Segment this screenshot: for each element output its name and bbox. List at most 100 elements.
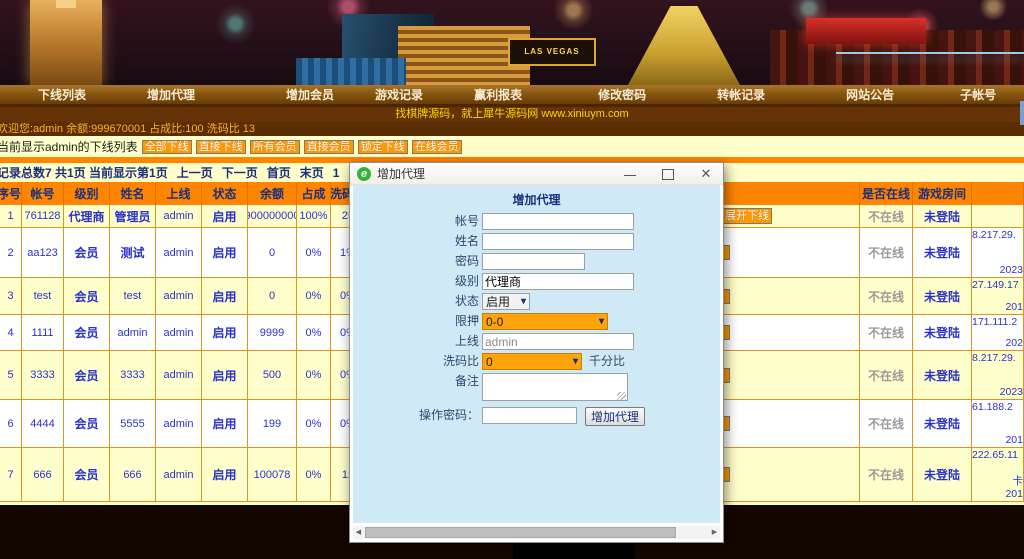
nav-item-3[interactable]: 增加会员 [278,86,342,103]
chevron-down-icon: ▾ [599,316,604,327]
scroll-thumb[interactable] [365,527,676,538]
row-op-button-2[interactable]: 展开下线 [722,208,772,224]
pagination-link-5[interactable]: 1 [333,166,340,180]
field-input-1[interactable] [482,213,634,230]
field-input-3[interactable] [482,253,585,270]
welcome-bar: 欢迎您:admin 余额:999670001 占成比:100 洗码比 13 [0,122,1024,136]
filter-button-4[interactable]: 直接会员 [304,140,354,154]
cell-upline: admin [156,205,202,227]
cell-last-login: 27.149.17 201 [972,278,1024,314]
dialog-field-row: 姓名 [353,233,720,250]
cell-online-status: 不在线 [860,278,913,314]
field-select-6[interactable]: 0-0▾ [482,313,608,330]
field-label-6: 限押 [353,313,482,330]
banner-neon-sign [806,18,926,44]
close-icon[interactable]: ✕ [699,167,713,181]
field-input-2[interactable] [482,233,634,250]
cell-no: 2 [0,228,22,277]
filter-button-5[interactable]: 锁定下线 [358,140,408,154]
field-select-8[interactable]: 0▾ [482,353,582,370]
cell-account: 761128 [22,205,64,227]
cell-level: 会员 [64,351,110,399]
last-login-ip: 27.149.17 [972,279,1023,291]
filter-button-1[interactable]: 全部下线 [142,140,192,154]
pagination-link-4[interactable]: 末页 [300,166,324,180]
field-input-10[interactable] [482,407,577,424]
cell-name: test [110,278,156,314]
dialog-field-row: 备注 [353,373,720,404]
cell-no: 6 [0,400,22,447]
field-label-2: 姓名 [353,233,482,250]
column-header-姓名: 姓名 [110,182,156,205]
scroll-left-icon[interactable]: ◀ [353,526,364,539]
pagination-link-3[interactable]: 首页 [267,166,291,180]
cell-balance: 0 [248,278,297,314]
field-label-8: 洗码比 [353,353,482,370]
column-header-余额: 余额 [248,182,297,205]
resize-handle-icon [617,392,626,401]
last-login-date: 2023 [972,386,1023,398]
scroll-right-icon[interactable]: ▶ [709,526,720,539]
field-input-7[interactable] [482,333,634,350]
right-scrollbar-fragment[interactable] [1020,101,1024,125]
dialog-field-row: 限押0-0▾ [353,313,720,330]
nav-item-4[interactable]: 游戏记录 [367,86,431,103]
cell-account: 1111 [22,315,64,350]
cell-level: 代理商 [64,205,110,227]
page: LAS VEGAS 下线列表增加代理增加会员游戏记录赢利报表修改密码转帐记录网站… [0,0,1024,559]
minimize-icon[interactable] [623,167,637,181]
nav-item-6[interactable]: 修改密码 [590,86,654,103]
nav-item-1[interactable]: 下线列表 [30,86,94,103]
nav-item-8[interactable]: 网站公告 [838,86,902,103]
cell-game-room: 未登陆 [913,278,972,314]
nav-item-5[interactable]: 赢利报表 [466,86,530,103]
cell-no: 4 [0,315,22,350]
bottom-black-box [513,543,635,559]
cell-game-room: 未登陆 [913,448,972,501]
cell-name: 测试 [110,228,156,277]
last-login-ip: 8.217.29. [972,352,1023,364]
last-login-fragment: 卡 [972,473,1023,488]
select-value: 0 [486,355,493,369]
nav-item-7[interactable]: 转帐记录 [709,86,773,103]
column-header-序号: 序号 [0,182,22,205]
last-login-ip: 61.188.2 [972,401,1023,413]
last-login-date: 201 [972,301,1023,313]
cell-balance: 500 [248,351,297,399]
field-input-4[interactable] [482,273,634,290]
column-header-状态: 状态 [202,182,248,205]
pagination-link-2[interactable]: 下一页 [222,166,258,180]
field-select-5[interactable]: 启用▾ [482,293,530,310]
dialog-field-row: 洗码比0▾千分比 [353,353,720,370]
dialog-heading: 增加代理 [353,191,720,208]
filter-button-2[interactable]: 直接下线 [196,140,246,154]
cell-balance: 9999 [248,315,297,350]
filter-button-6[interactable]: 在线会员 [412,140,462,154]
cell-online-status: 不在线 [860,205,913,227]
pagination-link-1[interactable]: 上一页 [177,166,213,180]
cell-last-login: 8.217.29. 2023 [972,351,1024,399]
cell-balance: 199 [248,400,297,447]
cell-last-login: 61.188.2201 [972,400,1024,447]
cell-game-room: 未登陆 [913,351,972,399]
cell-account: test [22,278,64,314]
remark-textarea[interactable] [482,373,628,401]
nav-item-2[interactable]: 增加代理 [139,86,203,103]
scroll-track[interactable] [364,526,709,539]
cell-balance: 0 [248,228,297,277]
dialog-form: 帐号姓名密码级别状态启用▾限押0-0▾上线洗码比0▾千分比备注操作密码：增加代理 [353,213,720,426]
cell-upline: admin [156,448,202,501]
cell-no: 1 [0,205,22,227]
maximize-icon[interactable] [661,167,675,181]
banner-blue-building [296,58,406,85]
dialog-body: 增加代理 帐号姓名密码级别状态启用▾限押0-0▾上线洗码比0▾千分比备注操作密码… [353,185,720,523]
cell-last-login: 171.111.2202 [972,315,1024,350]
cell-name: admin [110,315,156,350]
cell-status: 启用 [202,400,248,447]
filter-button-3[interactable]: 所有会员 [250,140,300,154]
field-label-4: 级别 [353,273,482,290]
cell-no: 5 [0,351,22,399]
cell-name: 5555 [110,400,156,447]
add-agent-submit-button[interactable]: 增加代理 [585,407,645,426]
nav-item-9[interactable]: 子帐号 [952,86,1004,103]
